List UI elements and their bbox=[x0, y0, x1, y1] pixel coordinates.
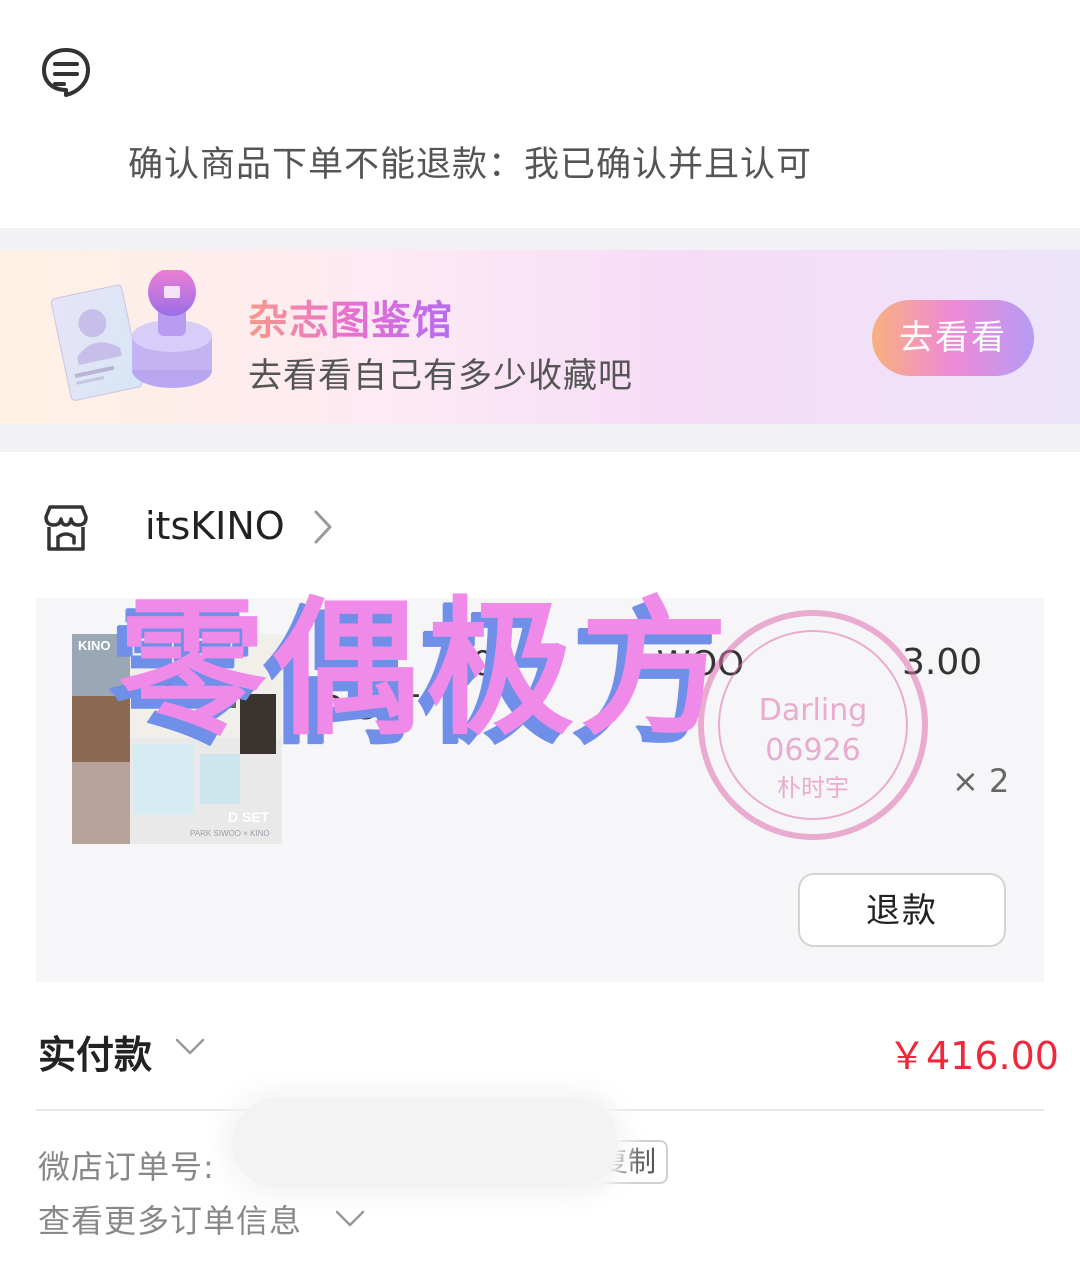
banner-subtitle: 去看看自己有多少收藏吧 bbox=[248, 356, 633, 396]
chevron-down-icon[interactable] bbox=[334, 1208, 366, 1230]
chevron-right-icon[interactable] bbox=[312, 508, 334, 546]
product-quantity: × 2 bbox=[952, 762, 1010, 800]
thumb-label-kino: KINO bbox=[78, 638, 111, 653]
paid-amount-value: ￥416.00 bbox=[888, 1034, 1059, 1078]
magazine-stamp-illustration bbox=[50, 270, 212, 401]
go-see-button[interactable]: 去看看 bbox=[872, 300, 1034, 376]
refund-notice-text: 确认商品下单不能退款：我已确认并且认可 bbox=[128, 145, 813, 185]
refund-button[interactable]: 退款 bbox=[798, 873, 1006, 947]
storefront-icon bbox=[44, 505, 88, 551]
overlay-watermark-text: 零偶极方 bbox=[118, 583, 734, 755]
thumb-label-dset: D SET bbox=[228, 809, 270, 825]
chevron-down-icon[interactable] bbox=[174, 1036, 206, 1058]
svg-text:朴时宇: 朴时宇 bbox=[777, 774, 849, 802]
chat-bubble-icon bbox=[42, 48, 90, 97]
store-name[interactable]: itsKINO bbox=[145, 504, 285, 548]
thumb-label-credit: PARK SIWOO × KINO bbox=[190, 829, 270, 838]
redacted-order-number bbox=[232, 1098, 618, 1188]
order-number-label: 微店订单号: bbox=[38, 1148, 215, 1186]
more-order-info-link[interactable]: 查看更多订单信息 bbox=[38, 1196, 302, 1242]
paid-amount-label[interactable]: 实付款 bbox=[38, 1024, 152, 1079]
banner-title: 杂志图鉴馆 bbox=[248, 288, 453, 346]
magazine-gallery-banner[interactable]: 杂志图鉴馆 去看看自己有多少收藏吧 去看看 bbox=[0, 250, 1080, 424]
